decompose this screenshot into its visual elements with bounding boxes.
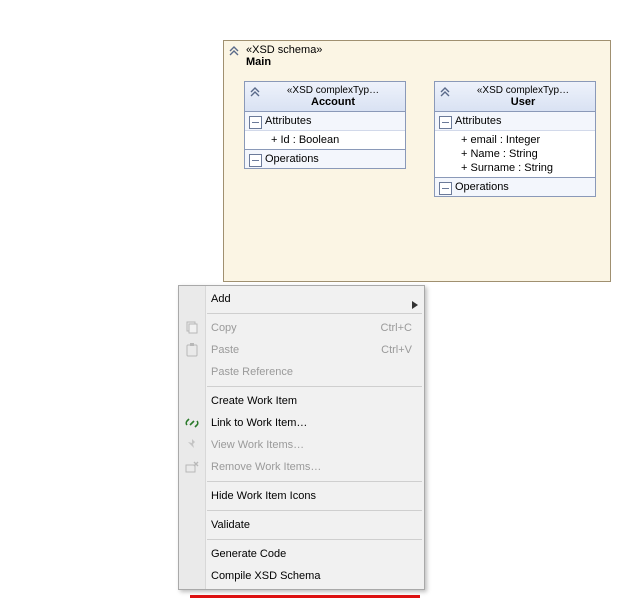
- menu-item-paste: Paste Ctrl+V: [179, 339, 424, 361]
- link-icon: [184, 415, 200, 431]
- section-label: Operations: [455, 181, 509, 193]
- menu-label: Link to Work Item…: [211, 417, 307, 429]
- attribute-row[interactable]: + email : Integer: [461, 133, 591, 147]
- menu-label: Create Work Item: [211, 395, 297, 407]
- type-stereotype: «XSD complexTyp…: [265, 85, 401, 96]
- menu-shortcut: Ctrl+C: [381, 317, 412, 339]
- menu-separator: [207, 313, 422, 314]
- section-label: Attributes: [265, 115, 311, 127]
- minus-box-icon[interactable]: [249, 116, 262, 129]
- submenu-arrow-icon: [412, 295, 418, 317]
- operations-section: Operations: [245, 150, 405, 168]
- menu-item-compile-xsd-schema[interactable]: Compile XSD Schema: [179, 565, 424, 587]
- attribute-row[interactable]: + Name : String: [461, 147, 591, 161]
- attribute-row[interactable]: + Surname : String: [461, 161, 591, 175]
- menu-item-create-work-item[interactable]: Create Work Item: [179, 390, 424, 412]
- collapse-chevron-icon[interactable]: [228, 45, 240, 57]
- context-menu: Add Copy Ctrl+C Paste Ctrl+V Paste Refer…: [178, 285, 425, 590]
- menu-item-view-work-items: View Work Items…: [179, 434, 424, 456]
- collapse-chevron-icon[interactable]: [249, 86, 261, 98]
- section-label: Attributes: [455, 115, 501, 127]
- menu-separator: [207, 510, 422, 511]
- menu-item-remove-work-items: Remove Work Items…: [179, 456, 424, 478]
- menu-item-generate-code[interactable]: Generate Code: [179, 543, 424, 565]
- menu-separator: [207, 481, 422, 482]
- section-title[interactable]: Operations: [245, 150, 405, 168]
- section-title[interactable]: Operations: [435, 178, 595, 196]
- section-label: Operations: [265, 153, 319, 165]
- complextype-account[interactable]: «XSD complexTyp… Account Attributes + Id…: [244, 81, 406, 169]
- menu-label: Generate Code: [211, 548, 286, 560]
- type-header: «XSD complexTyp… Account: [245, 82, 405, 112]
- highlight-underline: [190, 595, 420, 598]
- menu-item-paste-reference: Paste Reference: [179, 361, 424, 383]
- schema-stereotype: «XSD schema»: [224, 41, 610, 56]
- menu-shortcut: Ctrl+V: [381, 339, 412, 361]
- menu-label: Remove Work Items…: [211, 461, 321, 473]
- minus-box-icon[interactable]: [439, 182, 452, 195]
- menu-item-copy: Copy Ctrl+C: [179, 317, 424, 339]
- section-title[interactable]: Attributes: [435, 112, 595, 131]
- menu-label: Validate: [211, 519, 250, 531]
- menu-label: Paste: [211, 344, 239, 356]
- complextype-user[interactable]: «XSD complexTyp… User Attributes + email…: [434, 81, 596, 197]
- attribute-row[interactable]: + Id : Boolean: [271, 133, 401, 147]
- attributes-section: Attributes + email : Integer + Name : St…: [435, 112, 595, 178]
- menu-label: View Work Items…: [211, 439, 304, 451]
- schema-header: «XSD schema» Main: [224, 41, 610, 75]
- xsd-schema-box[interactable]: «XSD schema» Main «XSD complexTyp… Accou…: [223, 40, 611, 282]
- menu-item-link-work-item[interactable]: Link to Work Item…: [179, 412, 424, 434]
- paste-icon: [184, 342, 200, 358]
- menu-label: Paste Reference: [211, 366, 293, 378]
- collapse-chevron-icon[interactable]: [439, 86, 451, 98]
- menu-label: Add: [211, 293, 231, 305]
- menu-separator: [207, 539, 422, 540]
- menu-separator: [207, 386, 422, 387]
- type-name: Account: [265, 96, 401, 108]
- menu-item-hide-work-item-icons[interactable]: Hide Work Item Icons: [179, 485, 424, 507]
- menu-label: Hide Work Item Icons: [211, 490, 316, 502]
- type-name: User: [455, 96, 591, 108]
- copy-icon: [184, 320, 200, 336]
- type-header: «XSD complexTyp… User: [435, 82, 595, 112]
- attributes-section: Attributes + Id : Boolean: [245, 112, 405, 150]
- menu-item-validate[interactable]: Validate: [179, 514, 424, 536]
- operations-section: Operations: [435, 178, 595, 196]
- pin-icon: [184, 437, 200, 453]
- minus-box-icon[interactable]: [439, 116, 452, 129]
- section-title[interactable]: Attributes: [245, 112, 405, 131]
- schema-name: Main: [224, 56, 610, 70]
- type-stereotype: «XSD complexTyp…: [455, 85, 591, 96]
- menu-item-add[interactable]: Add: [179, 288, 424, 310]
- menu-label: Compile XSD Schema: [211, 570, 320, 582]
- minus-box-icon[interactable]: [249, 154, 262, 167]
- menu-label: Copy: [211, 322, 237, 334]
- remove-wi-icon: [184, 459, 200, 475]
